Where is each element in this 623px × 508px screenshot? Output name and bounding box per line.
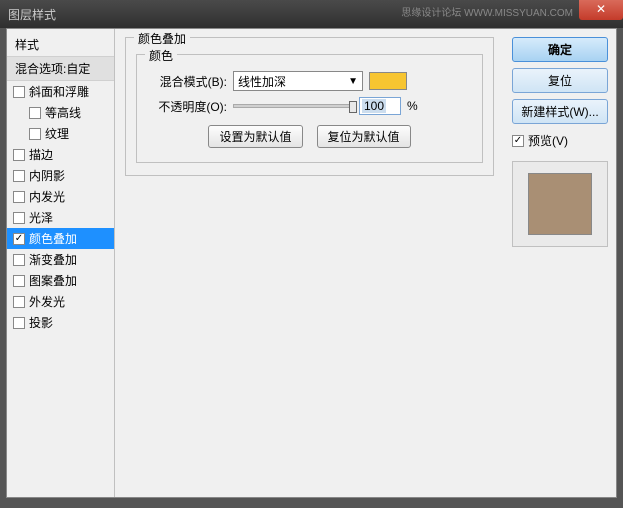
slider-thumb[interactable]: [349, 101, 357, 113]
sidebar-checkbox[interactable]: [29, 107, 41, 119]
color-overlay-fieldset: 颜色叠加 颜色 混合模式(B): 线性加深 ▼ 不透明度(O): 100 %: [125, 37, 494, 176]
sidebar-checkbox[interactable]: [13, 170, 25, 182]
right-column: 确定 复位 新建样式(W)... 预览(V): [504, 29, 616, 497]
blend-mode-select[interactable]: 线性加深 ▼: [233, 71, 363, 91]
sidebar-checkbox[interactable]: [13, 254, 25, 266]
sidebar-checkbox[interactable]: [13, 296, 25, 308]
sidebar-item-6[interactable]: 光泽: [7, 207, 114, 228]
sidebar-item-2[interactable]: 纹理: [7, 123, 114, 144]
sidebar-checkbox[interactable]: [13, 86, 25, 98]
color-group: 颜色 混合模式(B): 线性加深 ▼ 不透明度(O): 100 % 设置为: [136, 54, 483, 163]
opacity-slider[interactable]: [233, 104, 353, 108]
color-swatch[interactable]: [369, 72, 407, 90]
sidebar-checkbox[interactable]: [13, 212, 25, 224]
sidebar-item-5[interactable]: 内发光: [7, 186, 114, 207]
sidebar-item-label: 渐变叠加: [29, 251, 77, 268]
group-legend: 颜色: [145, 47, 177, 64]
preview-box: [512, 161, 608, 247]
sidebar-checkbox[interactable]: [13, 191, 25, 203]
sidebar-item-label: 纹理: [45, 125, 69, 142]
sidebar-item-label: 等高线: [45, 104, 81, 121]
sidebar-item-4[interactable]: 内阴影: [7, 165, 114, 186]
sidebar-item-label: 颜色叠加: [29, 230, 77, 247]
sidebar-item-8[interactable]: 渐变叠加: [7, 249, 114, 270]
styles-sidebar: 样式 混合选项:自定 斜面和浮雕等高线纹理描边内阴影内发光光泽颜色叠加渐变叠加图…: [7, 29, 115, 497]
sidebar-checkbox[interactable]: [13, 149, 25, 161]
sidebar-item-9[interactable]: 图案叠加: [7, 270, 114, 291]
sidebar-item-10[interactable]: 外发光: [7, 291, 114, 312]
window-title: 图层样式: [8, 6, 56, 23]
sidebar-item-0[interactable]: 斜面和浮雕: [7, 81, 114, 102]
sidebar-checkbox[interactable]: [13, 317, 25, 329]
reset-default-button[interactable]: 复位为默认值: [317, 125, 411, 148]
sidebar-item-label: 投影: [29, 314, 53, 331]
dialog: 样式 混合选项:自定 斜面和浮雕等高线纹理描边内阴影内发光光泽颜色叠加渐变叠加图…: [6, 28, 617, 498]
blend-mode-label: 混合模式(B):: [147, 73, 227, 90]
sidebar-item-label: 斜面和浮雕: [29, 83, 89, 100]
sidebar-item-3[interactable]: 描边: [7, 144, 114, 165]
sidebar-item-label: 描边: [29, 146, 53, 163]
main-panel: 颜色叠加 颜色 混合模式(B): 线性加深 ▼ 不透明度(O): 100 %: [115, 29, 504, 497]
set-default-button[interactable]: 设置为默认值: [208, 125, 302, 148]
cancel-button[interactable]: 复位: [512, 68, 608, 93]
sidebar-header: 样式: [7, 33, 114, 56]
panel-title: 颜色叠加: [134, 30, 190, 47]
sidebar-item-label: 内发光: [29, 188, 65, 205]
sidebar-checkbox[interactable]: [13, 275, 25, 287]
titlebar: 图层样式 思缘设计论坛 WWW.MISSYUAN.COM ✕: [0, 0, 623, 28]
watermark: 思缘设计论坛 WWW.MISSYUAN.COM: [401, 4, 573, 19]
ok-button[interactable]: 确定: [512, 37, 608, 62]
blend-mode-value: 线性加深: [238, 73, 286, 90]
new-style-button[interactable]: 新建样式(W)...: [512, 99, 608, 124]
preview-label: 预览(V): [528, 132, 568, 149]
sidebar-checkbox[interactable]: [29, 128, 41, 140]
sidebar-blend-options[interactable]: 混合选项:自定: [7, 56, 114, 81]
sidebar-item-7[interactable]: 颜色叠加: [7, 228, 114, 249]
opacity-input[interactable]: 100: [359, 97, 401, 115]
sidebar-item-label: 内阴影: [29, 167, 65, 184]
sidebar-checkbox[interactable]: [13, 233, 25, 245]
preview-checkbox[interactable]: [512, 135, 524, 147]
opacity-suffix: %: [407, 99, 418, 113]
sidebar-item-11[interactable]: 投影: [7, 312, 114, 333]
sidebar-item-1[interactable]: 等高线: [7, 102, 114, 123]
chevron-down-icon: ▼: [348, 76, 358, 87]
sidebar-item-label: 光泽: [29, 209, 53, 226]
close-button[interactable]: ✕: [579, 0, 623, 20]
opacity-label: 不透明度(O):: [147, 98, 227, 115]
preview-swatch: [528, 173, 592, 235]
sidebar-item-label: 外发光: [29, 293, 65, 310]
sidebar-item-label: 图案叠加: [29, 272, 77, 289]
